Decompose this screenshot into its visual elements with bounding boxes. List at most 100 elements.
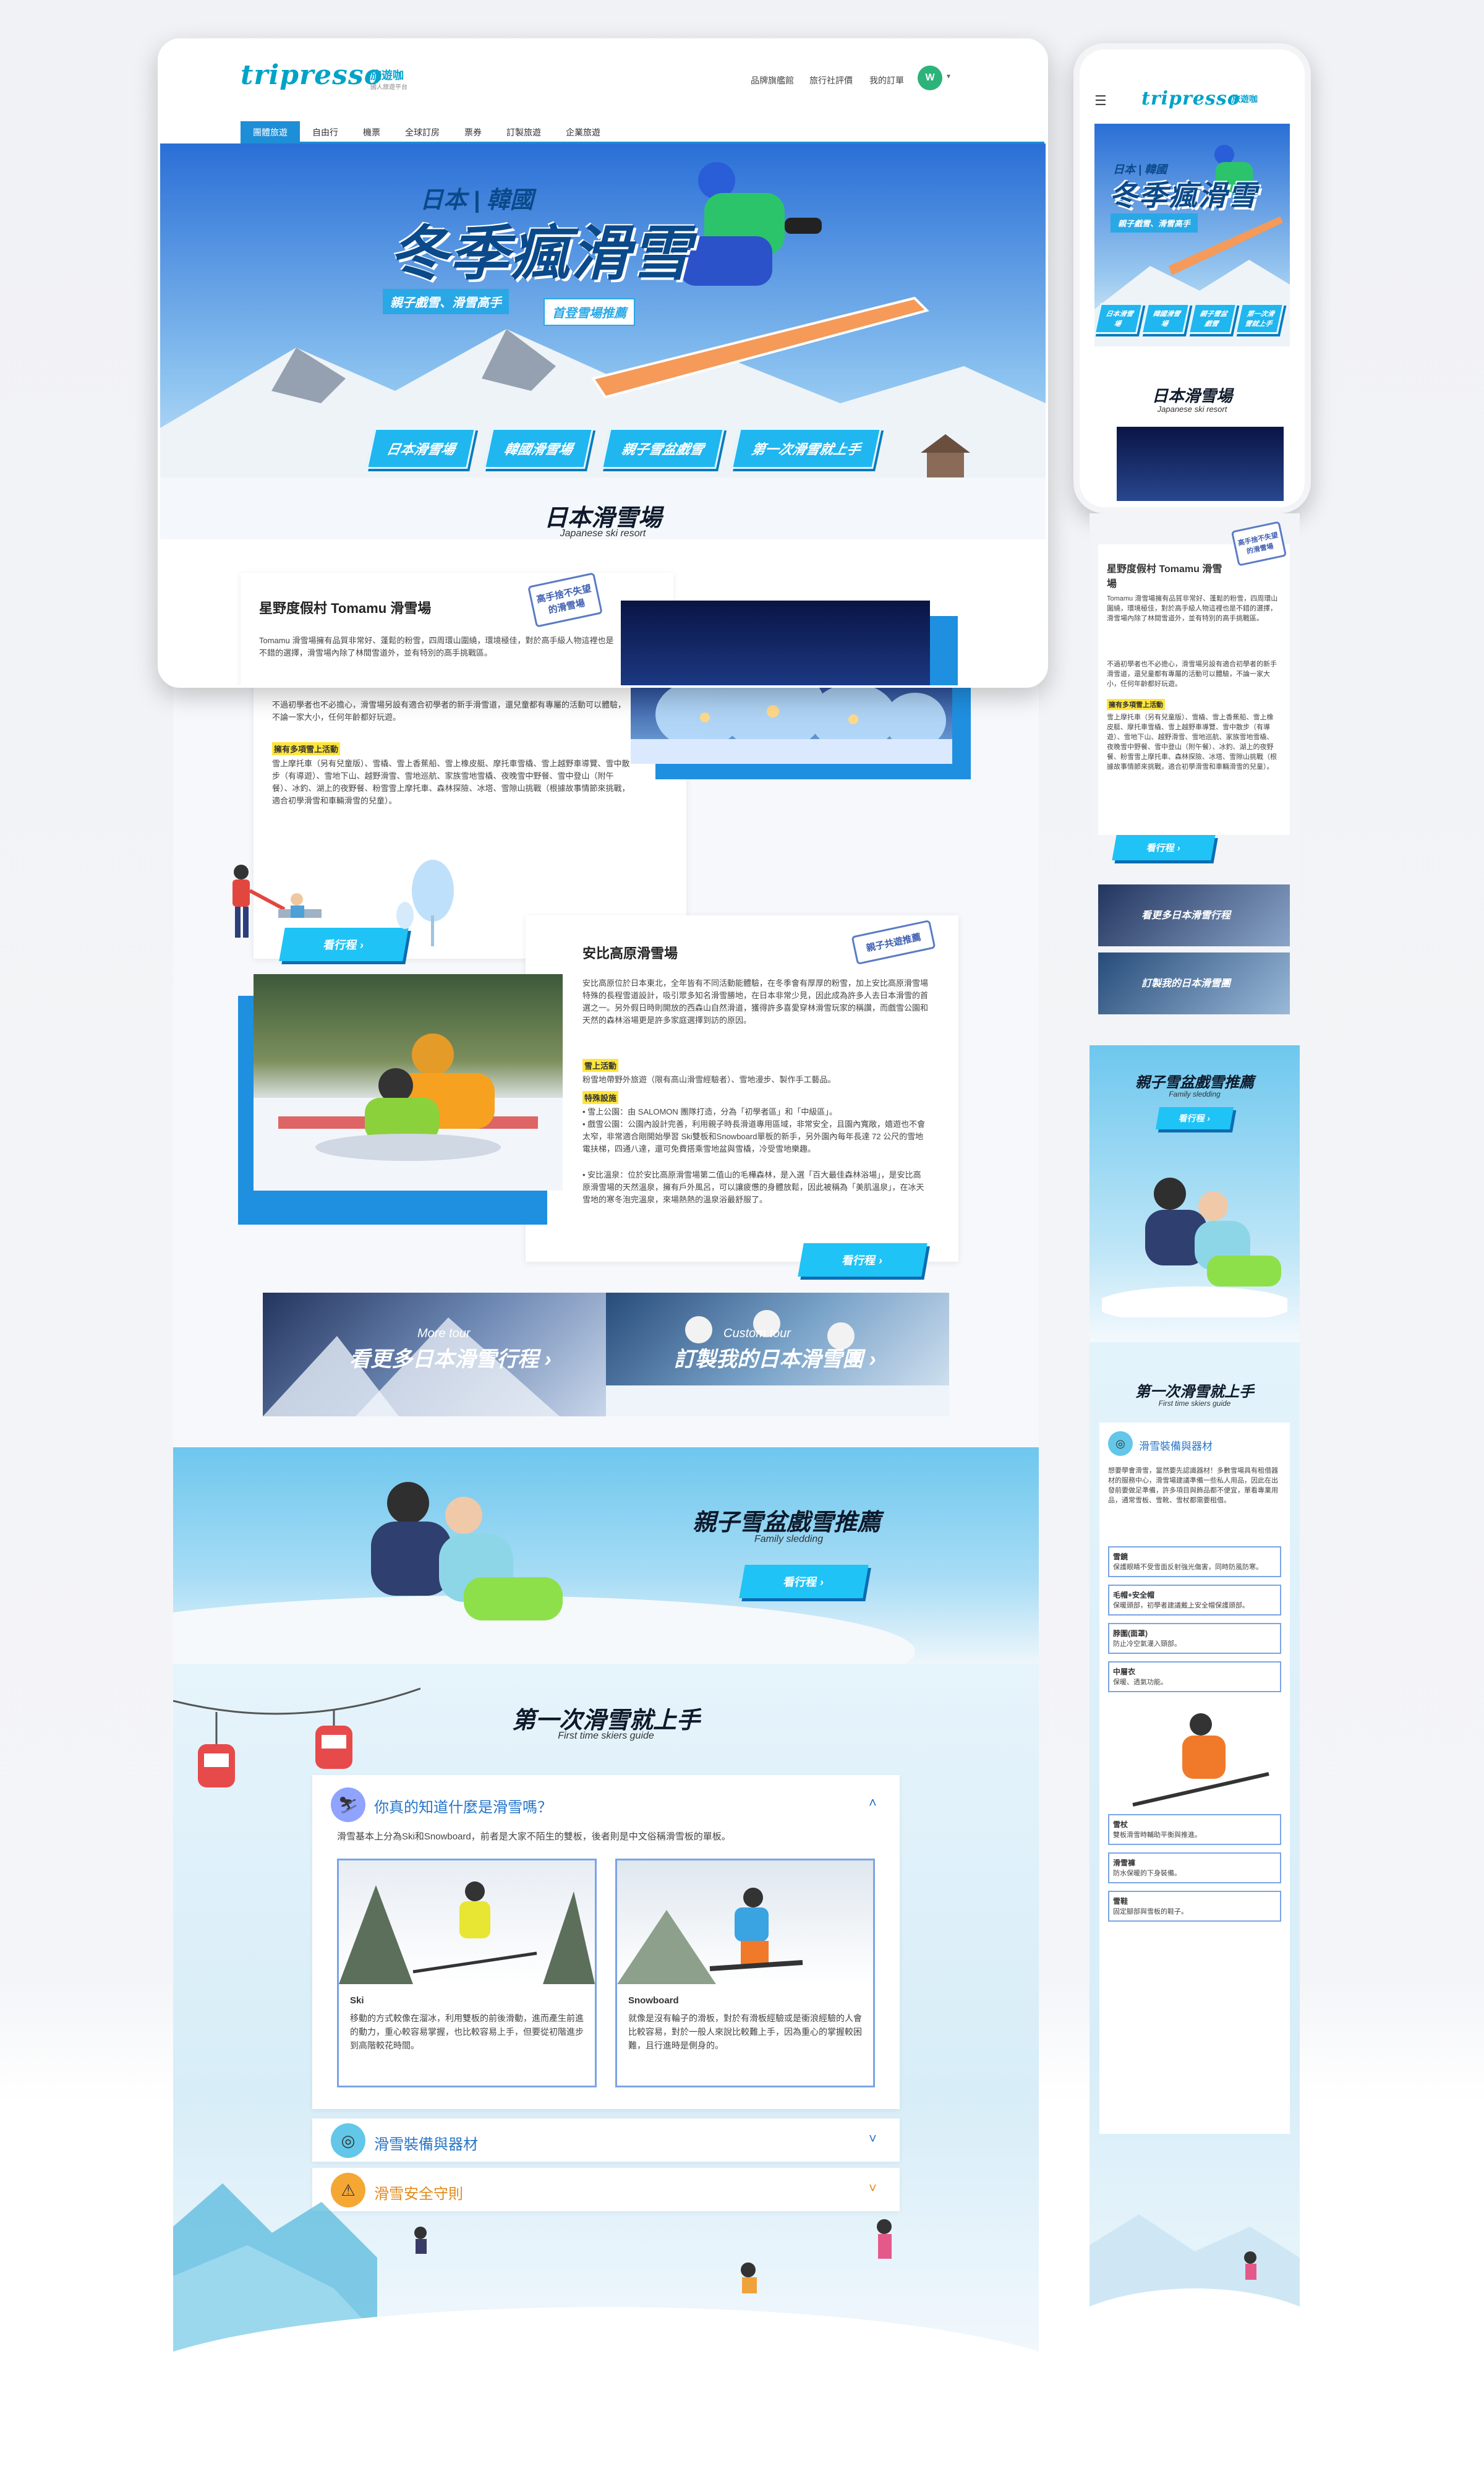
- banner-small-label: Custom tour: [723, 1327, 791, 1340]
- logo-subtitle: 國人旅遊平台: [370, 84, 407, 91]
- appi-cta-button[interactable]: 看行程 ›: [798, 1243, 927, 1277]
- appi-card: 安比高原滑雪場 親子共遊推薦 安比高原位於日本東北，全年皆有不同活動能體驗，在冬…: [526, 915, 958, 1262]
- equipment-item: 雪鏡 保護眼睛不受雪面反射強光傷害，同時防風防寒。: [1108, 1546, 1281, 1577]
- hero-btn-japan[interactable]: 日本滑雪場: [365, 428, 477, 469]
- japan-section-title: 日本滑雪場: [544, 505, 662, 531]
- equipment-card: ◎ 滑雪裝備與器材 想要學會滑雪，當然要先認識器材！多數雪場具有租借器材的服務中…: [1099, 1423, 1290, 2134]
- tomamu-night-photo: [1117, 427, 1284, 501]
- skier-illustration: [1132, 1713, 1269, 1807]
- tomamu-title: 星野度假村 Tomamu 滑雪場: [1107, 564, 1222, 589]
- guide-title: 第一次滑雪就上手: [511, 1708, 700, 1734]
- snowboard-desc: 就像是沒有輪子的滑板，對於有滑板經驗或是衝浪經驗的人會比較容易，對於一般人來說比…: [628, 2013, 862, 2050]
- appi-fac3: • 安比溫泉：位於安比高原滑雪場第二值山的毛樺森林，是入選「百大最佳森林浴場」，…: [582, 1170, 924, 1204]
- hero-btn-first-time[interactable]: 第一次滑雪就上手: [1234, 303, 1285, 334]
- family-sledding-photo: [1102, 1178, 1287, 1317]
- guide-subtitle: First time skiers guide: [558, 1731, 654, 1741]
- avatar[interactable]: W: [918, 66, 942, 90]
- equipment-item: 雪杖 雙板滑雪時輔助平衡與推進。: [1108, 1814, 1281, 1845]
- snowboard-card: Snowboard 就像是沒有輪子的滑板，對於有滑板經驗或是衝浪經驗的人會比較容…: [615, 1859, 875, 2087]
- japan-section-title: 日本滑雪場: [1151, 387, 1232, 405]
- ski-desc: 移動的方式較像在溜冰，利用雙板的前後滑動，進而產生前進的動力，重心較容易掌握，也…: [350, 2013, 584, 2050]
- logo[interactable]: tripresso: [1141, 88, 1240, 109]
- sledding-cta-button[interactable]: 看行程 ›: [1155, 1107, 1234, 1129]
- accordion-question[interactable]: 你真的知道什麼是滑雪嗎？: [374, 1795, 552, 1817]
- tab-hotels[interactable]: 全球訂房: [393, 121, 452, 142]
- sledding-subtitle: Family sledding: [1169, 1090, 1221, 1098]
- tab-tickets[interactable]: 票券: [452, 121, 494, 142]
- nav-brand-link[interactable]: 品牌旗艦館: [751, 74, 794, 87]
- hero-btn-first-time[interactable]: 第一次滑雪就上手: [730, 428, 882, 469]
- site-header: tripresso 旅遊咖 國人旅遊平台 品牌旗艦館 旅行社評價 我的訂單 W …: [160, 41, 1046, 110]
- ski-card: Ski 移動的方式較像在溜冰，利用雙板的前後滑動，進而產生前進的動力，重心較容易…: [337, 1859, 597, 2087]
- hero-btn-family[interactable]: 親子雪盆戲雪: [1187, 303, 1238, 334]
- banner-big-label: 看更多日本滑雪行程: [1141, 910, 1231, 921]
- sledding-cta-button[interactable]: 看行程 ›: [739, 1565, 869, 1598]
- tab-flights[interactable]: 機票: [351, 121, 393, 142]
- tomamu-activities: 雪上摩托車（另有兒童版）、雪橇、雪上香蕉船、雪上橡皮艇、摩托車雪橇、雪上越野車導…: [272, 759, 630, 805]
- appi-intro: 安比高原位於日本東北，全年皆有不同活動能體驗，在冬季會有厚厚的粉雪，加上安比高原…: [582, 978, 929, 1025]
- tomamu-card: 星野度假村 Tomamu 滑雪場 高手捨不失望的滑雪場 Tomamu 滑雪場擁有…: [241, 572, 673, 685]
- banner-big-label: 訂製我的日本滑雪團 ›: [674, 1348, 876, 1371]
- mobile-hero: 日本 | 韓國 冬季瘋滑雪 親子戲雪、滑雪高手 日本滑雪場 韓國滑雪場 親子雪盆…: [1094, 124, 1290, 346]
- equipment-item: 毛帽+安全帽 保暖頭部，初學者建議戴上安全帽保護頭部。: [1108, 1585, 1281, 1616]
- equipment-title[interactable]: 滑雪裝備與器材: [1139, 1437, 1213, 1453]
- tomamu-highlight: 擁有多項雪上活動: [272, 742, 341, 755]
- tomamu-intro: Tomamu 滑雪場擁有品質非常好、蓬鬆的粉雪，四周環山圍繞，環境極佳，對於高手…: [259, 636, 614, 657]
- equipment-item: 脖圍(面罩) 防止冷空氣灌入頸部。: [1108, 1623, 1281, 1654]
- banner-small-label: More tour: [417, 1327, 471, 1340]
- banner-big-label: 看更多日本滑雪行程 ›: [349, 1348, 552, 1371]
- tomamu-cta-button[interactable]: 看行程 ›: [1112, 835, 1216, 860]
- hero-btn-korea[interactable]: 韓國滑雪場: [483, 428, 594, 469]
- goggles-icon: ◎: [1108, 1431, 1133, 1456]
- equipment-item: 雪鞋 固定腳部與雪板的鞋子。: [1108, 1891, 1281, 1922]
- tomamu-title: 星野度假村 Tomamu 滑雪場: [259, 601, 432, 616]
- nav-agency-review-link[interactable]: 旅行社評價: [809, 74, 853, 87]
- tab-free-travel[interactable]: 自由行: [300, 121, 351, 142]
- hero-btn-family[interactable]: 親子雪盆戲雪: [600, 428, 725, 469]
- hero-title: 冬季瘋滑雪: [1109, 179, 1258, 212]
- tab-corporate[interactable]: 企業旅遊: [553, 121, 613, 142]
- family-sledding-section: 親子雪盆戲雪推薦 Family sledding 看行程 ›: [173, 1447, 1039, 1664]
- appi-fac1: • 雪上公園：由 SALOMON 團隊打造，分為「初學者區」和「中級區」。: [582, 1107, 837, 1116]
- tomamu-highlight: 擁有多項雪上活動: [1107, 699, 1165, 710]
- tomamu-intro2: 不過初學者也不必擔心，滑雪場另設有適合初學者的新手滑雪道，還兒童都有專屬的活動可…: [272, 700, 626, 722]
- snow-landscape-illustration: [1090, 2214, 1300, 2363]
- custom-tour-banner[interactable]: 訂製我的日本滑雪團: [1098, 952, 1290, 1014]
- tab-custom-tour[interactable]: 訂製旅遊: [494, 121, 553, 142]
- logo[interactable]: tripresso: [241, 59, 383, 91]
- japan-section-subtitle: Japanese ski resort: [560, 528, 646, 539]
- appi-hl2: 特殊設施: [582, 1091, 619, 1104]
- category-tabs: 團體旅遊 自由行 機票 全球訂房 票券 訂製旅遊 企業旅遊: [241, 121, 1044, 143]
- hamburger-icon[interactable]: ☰: [1094, 93, 1107, 109]
- appi-sledding-photo: [254, 974, 563, 1191]
- equipment-list: 雪鏡 保護眼睛不受雪面反射強光傷害，同時防風防寒。 毛帽+安全帽 保暖頭部，初學者建…: [1108, 1546, 1281, 1929]
- sledding-title: 親子雪盆戲雪推薦: [1135, 1074, 1254, 1091]
- tomamu-stamp: 高手捨不失望的滑雪場: [527, 572, 603, 628]
- nav-my-orders-link[interactable]: 我的訂單: [869, 74, 904, 87]
- tree-illustration: [396, 860, 454, 946]
- chevron-up-icon[interactable]: ˄: [869, 1795, 877, 1811]
- accordion-what-is-skiing: ⛷ 你真的知道什麼是滑雪嗎？ ˄ 滑雪基本上分為Ski和Snowboard，前者…: [312, 1775, 900, 2109]
- snow-landscape-illustration: [173, 2183, 1039, 2381]
- skier-icon: ⛷: [331, 1787, 365, 1822]
- sledding-subtitle: Family sledding: [754, 1534, 824, 1544]
- banner-big-label: 訂製我的日本滑雪團: [1141, 978, 1231, 989]
- hero-btn-japan[interactable]: 日本滑雪場: [1094, 303, 1144, 334]
- custom-tour-banner[interactable]: Custom tour 訂製我的日本滑雪團 ›: [606, 1293, 949, 1416]
- snowboard-title: Snowboard: [628, 1995, 679, 2006]
- hero-tag: 首登雪場推薦: [544, 298, 635, 326]
- more-tour-banner[interactable]: More tour 看更多日本滑雪行程 ›: [263, 1293, 606, 1416]
- mobile-hero-buttons: 日本滑雪場 韓國滑雪場 親子雪盆戲雪 第一次滑雪就上手: [1094, 303, 1285, 334]
- chevron-down-icon[interactable]: ▾: [947, 72, 950, 80]
- logo-zh: 旅遊咖: [1232, 94, 1258, 104]
- tomamu-activities: 雪上摩托車（另有兒童版）、雪橇、雪上香蕉船、雪上橡皮艇、摩托車雪橇、雪上越野車導…: [1107, 714, 1277, 771]
- more-tour-banner[interactable]: 看更多日本滑雪行程: [1098, 884, 1290, 946]
- tomamu-card: 高手捨不失望的滑雪場 星野度假村 Tomamu 滑雪場 Tomamu 滑雪場擁有…: [1098, 521, 1290, 835]
- tab-group-tour[interactable]: 團體旅遊: [241, 121, 300, 142]
- equipment-item: 中層衣 保暖、透氣功能。: [1108, 1661, 1281, 1692]
- hero-btn-korea[interactable]: 韓國滑雪場: [1140, 303, 1191, 334]
- appi-title: 安比高原滑雪場: [582, 946, 678, 961]
- guide-section: 第一次滑雪就上手 First time skiers guide ◎ 滑雪裝備與…: [1090, 1342, 1300, 2363]
- appi-stamp: 親子共遊推薦: [851, 919, 936, 965]
- sledding-title: 親子雪盆戲雪推薦: [693, 1510, 881, 1536]
